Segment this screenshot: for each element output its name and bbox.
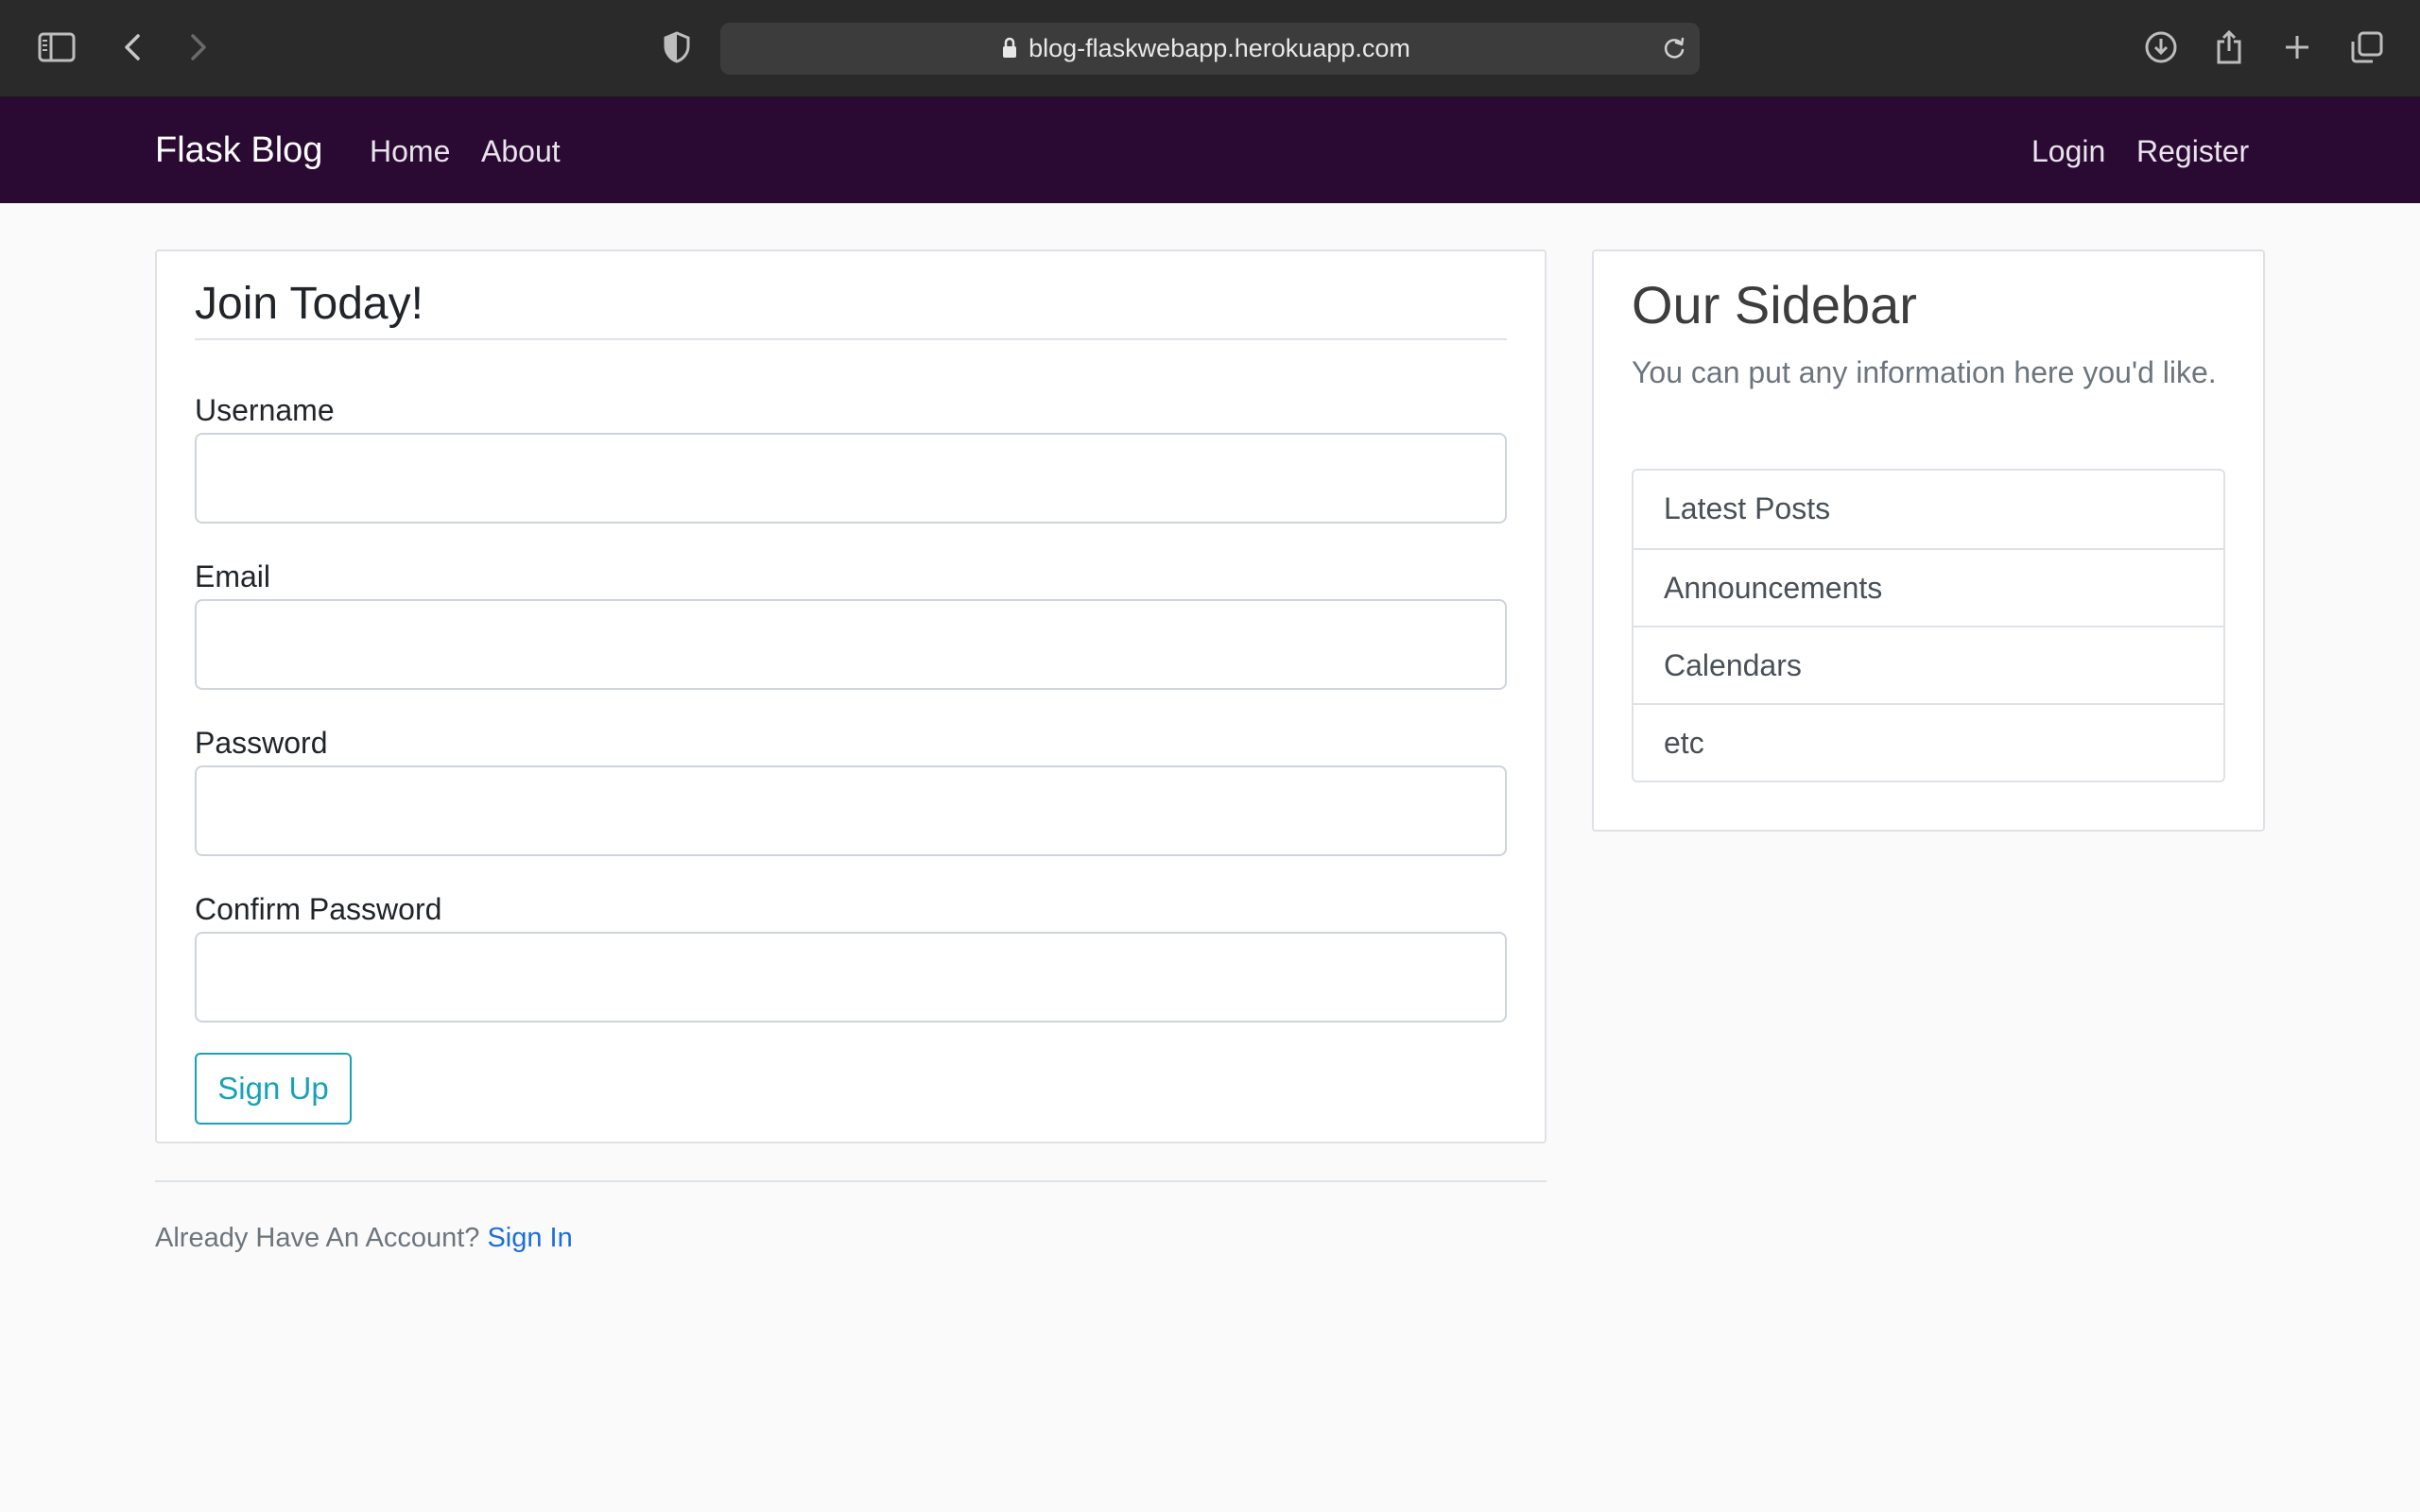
email-field[interactable] xyxy=(195,599,1507,690)
password-field[interactable] xyxy=(195,765,1507,856)
confirm-password-field[interactable] xyxy=(195,932,1507,1022)
site-navbar: Flask Blog Home About Login Register xyxy=(0,97,2420,203)
sidebar-item-announcements[interactable]: Announcements xyxy=(1634,548,2223,626)
nav-login-link[interactable]: Login xyxy=(2031,132,2105,170)
username-label: Username xyxy=(195,393,335,427)
register-form-card: Join Today! Username Email Password Conf… xyxy=(155,249,1547,1143)
tab-overview-icon[interactable] xyxy=(2346,26,2388,68)
confirm-password-label: Confirm Password xyxy=(195,892,442,926)
downloads-icon[interactable] xyxy=(2140,26,2182,68)
share-icon[interactable] xyxy=(2208,26,2250,68)
account-prompt: Already Have An Account? Sign In xyxy=(155,1219,573,1257)
reload-icon[interactable] xyxy=(1660,34,1688,62)
sign-up-button[interactable]: Sign Up xyxy=(195,1053,352,1125)
username-field[interactable] xyxy=(195,433,1507,524)
legend-divider xyxy=(195,338,1507,340)
forward-icon[interactable] xyxy=(178,26,219,68)
sidebar-toggle-icon[interactable] xyxy=(36,26,78,68)
sidebar-card: Our Sidebar You can put any information … xyxy=(1592,249,2265,832)
brand-link[interactable]: Flask Blog xyxy=(155,129,322,172)
sidebar-title: Our Sidebar xyxy=(1632,275,1917,335)
account-prompt-text: Already Have An Account? xyxy=(155,1223,480,1253)
address-bar[interactable]: blog-flaskwebapp.herokuapp.com xyxy=(720,23,1700,75)
sidebar-item-latest-posts[interactable]: Latest Posts xyxy=(1634,471,2223,548)
sidebar-item-etc[interactable]: etc xyxy=(1634,703,2223,781)
sidebar-item-calendars[interactable]: Calendars xyxy=(1634,626,2223,703)
privacy-shield-icon[interactable] xyxy=(656,26,698,68)
nav-register-link[interactable]: Register xyxy=(2136,132,2249,170)
sidebar-list: Latest Posts Announcements Calendars etc xyxy=(1632,469,2225,782)
form-legend: Join Today! xyxy=(195,279,424,329)
sign-in-link[interactable]: Sign In xyxy=(487,1223,572,1253)
new-tab-icon[interactable] xyxy=(2276,26,2318,68)
email-label: Email xyxy=(195,559,271,593)
browser-toolbar: blog-flaskwebapp.herokuapp.com xyxy=(0,0,2420,97)
footer-divider xyxy=(155,1180,1547,1182)
nav-about-link[interactable]: About xyxy=(481,132,561,170)
back-icon[interactable] xyxy=(112,26,153,68)
url-text[interactable]: blog-flaskwebapp.herokuapp.com xyxy=(720,23,1700,75)
sidebar-description: You can put any information here you'd l… xyxy=(1632,355,2217,389)
password-label: Password xyxy=(195,726,328,760)
nav-home-link[interactable]: Home xyxy=(370,132,450,170)
